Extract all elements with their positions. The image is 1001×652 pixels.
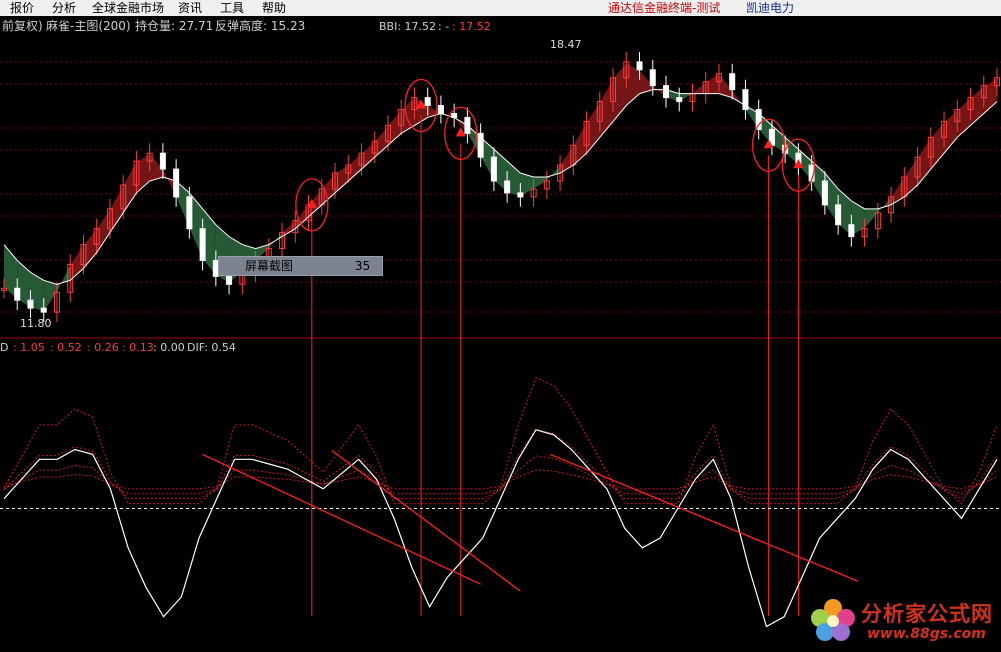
candle-body: [40, 307, 47, 313]
stock-name: 凯迪电力: [746, 1, 795, 15]
screenshot-popup[interactable]: 屏幕截图 35: [218, 256, 383, 276]
indicator-name: 麻雀-主图(200): [46, 18, 131, 33]
candle-body: [186, 196, 193, 230]
candle-body: [226, 275, 233, 285]
band-segment: [83, 229, 97, 269]
candle-body: [504, 180, 511, 194]
hold-label: 持仓量: 27.71: [135, 18, 213, 33]
band-segment: [348, 153, 362, 182]
candle-body: [835, 204, 842, 226]
band-segment: [387, 110, 402, 146]
trend-line: [549, 453, 859, 582]
band-level-line: [3, 469, 998, 490]
popup-label: 屏幕截图: [245, 259, 294, 273]
candle-body: [437, 105, 444, 114]
menu-item-tools[interactable]: 工具: [220, 0, 244, 16]
sub-v4: : 0.13: [122, 341, 154, 354]
bbi-label: BBI: 17.52: [379, 20, 436, 33]
bbi-value: : 17.52: [452, 20, 491, 33]
popup-value: 35: [355, 259, 371, 273]
ma-bands: [4, 63, 997, 312]
band-segment: [56, 264, 71, 293]
sub-dif: DIF: 0.54: [187, 341, 236, 354]
band-segment: [282, 220, 296, 237]
candle-body: [649, 69, 656, 87]
menu-item-news[interactable]: 资讯: [178, 0, 202, 16]
band-segment: [123, 162, 137, 213]
kline-chart[interactable]: 前复权) 麻雀-主图(200) 持仓量: 27.71 反弹高度: 15.23 B…: [0, 16, 1001, 651]
trend-line: [331, 449, 521, 592]
window-title: 通达信金融终端-测试: [608, 1, 721, 15]
band-segment: [533, 177, 547, 189]
sub-v5: : 0.00: [153, 341, 185, 354]
sub-v1: : 1.05: [13, 341, 45, 354]
candle-body: [490, 156, 497, 182]
bbi-sep: : -: [438, 20, 449, 33]
bbi-polyline: [3, 89, 998, 285]
candle-body: [517, 192, 524, 198]
bbi-line: [3, 89, 998, 285]
candle-body: [729, 73, 736, 91]
site-logo: 分析家公式网 www.88gs.com: [805, 592, 1001, 651]
candle-body: [14, 287, 21, 301]
logo-url: www.88gs.com: [867, 626, 986, 642]
candle-body: [199, 228, 206, 261]
band-segment: [917, 138, 931, 185]
annotations: [202, 449, 859, 592]
fq-label: 前复权): [2, 18, 43, 33]
dif-indicator: [0, 377, 1001, 628]
rebound-label: 反弹高度: 15.23: [215, 18, 305, 33]
candle-body: [636, 61, 643, 71]
band-segment: [546, 165, 561, 181]
candle-body: [663, 85, 669, 99]
flower-logo-icon: [811, 599, 855, 641]
signal-markers: [295, 78, 816, 616]
band-segment: [877, 197, 892, 213]
menu-bar: 报价 分析 全球金融市场 资讯 工具 帮助 通达信金融终端-测试 凯迪电力: [0, 0, 1001, 16]
sub-prefix: D: [0, 341, 8, 354]
logo-title: 分析家公式网: [861, 602, 993, 626]
menu-item-global-markets[interactable]: 全球金融市场: [92, 0, 164, 16]
candle-body: [821, 180, 828, 206]
band-segment: [930, 122, 945, 170]
high-label: 18.47: [550, 38, 582, 51]
band-segment: [864, 208, 878, 229]
band-segment: [599, 79, 614, 138]
menu-item-quotes[interactable]: 报价: [10, 0, 34, 16]
low-label: 11.80: [20, 317, 52, 330]
band-segment: [70, 245, 84, 281]
candle-body: [424, 97, 431, 107]
menu-item-help[interactable]: 帮助: [262, 0, 286, 16]
band-segment: [613, 63, 627, 122]
candle-body: [27, 299, 34, 309]
candle-body: [676, 97, 683, 103]
band-level-line: [3, 377, 998, 505]
sub-v2: : 0.52: [50, 341, 82, 354]
band-segment: [43, 280, 57, 312]
band-segment: [705, 74, 719, 94]
candle-body: [848, 224, 855, 238]
sub-v3: : 0.26: [87, 341, 119, 354]
band-segment: [692, 82, 706, 94]
band-segment: [944, 110, 958, 154]
menu-item-analysis[interactable]: 分析: [52, 0, 76, 16]
candle-body: [159, 152, 166, 170]
band-segment: [96, 209, 110, 253]
